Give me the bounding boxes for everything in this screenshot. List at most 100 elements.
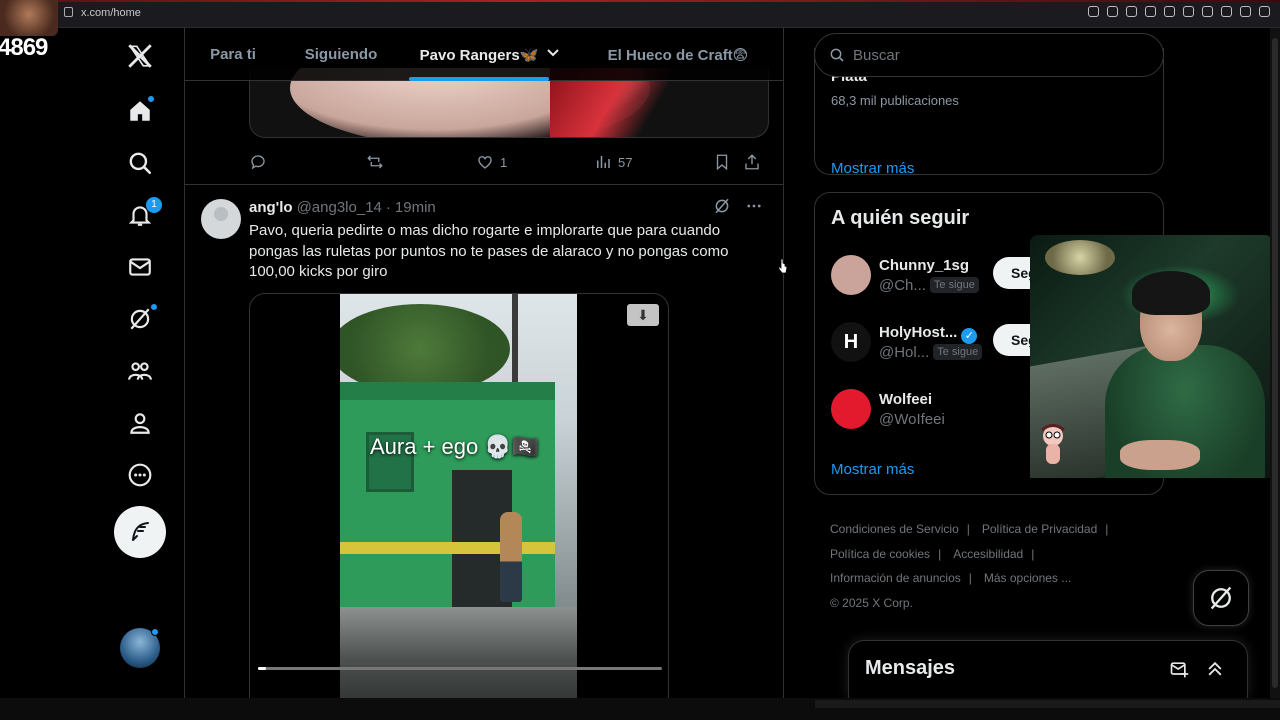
browser-toolbar: x.com/home	[0, 0, 1280, 28]
search-icon	[830, 48, 844, 62]
suggestion-handle: @Ch...	[879, 277, 926, 294]
extensions-icon[interactable]	[1202, 6, 1213, 17]
menu-icon[interactable]	[1259, 6, 1270, 17]
bookmark-icon[interactable]	[1126, 6, 1137, 17]
zoom-icon[interactable]	[1088, 6, 1099, 17]
compose-post-button[interactable]	[114, 506, 166, 558]
heart-icon[interactable]	[1183, 6, 1194, 17]
messages-envelope-icon[interactable]	[116, 243, 164, 291]
post-video[interactable]: Aura + ego 💀🏴‍☠️ ⬇	[249, 293, 669, 698]
more-dots-icon[interactable]	[745, 197, 763, 215]
reply-button[interactable]	[249, 153, 366, 171]
suggestion-name[interactable]: Chunny_1sg	[879, 257, 969, 274]
privacy-link[interactable]: Política de Privacidad	[982, 522, 1097, 536]
heart-outline-icon	[478, 156, 492, 169]
messages-drawer[interactable]: Mensajes	[848, 640, 1248, 698]
bookmark-icon	[716, 154, 728, 171]
shield-icon[interactable]	[1145, 6, 1156, 17]
expand-double-chevron-up-icon[interactable]	[1205, 659, 1225, 679]
post-divider	[185, 184, 783, 185]
author-handle[interactable]: @ang3lo_14	[297, 199, 382, 216]
avatar[interactable]	[831, 389, 871, 429]
new-message-icon[interactable]	[1169, 659, 1189, 679]
character-sticker-icon	[1041, 424, 1065, 464]
tab-pavo-rangers[interactable]: Pavo Rangers🦋	[409, 28, 571, 81]
timeline-tabs: Para ti Siguiendo Pavo Rangers🦋 El Hueco…	[185, 28, 783, 81]
tab-para-ti[interactable]: Para ti	[185, 28, 281, 81]
more-options-link[interactable]: Más opciones ...	[984, 571, 1071, 585]
address-bar[interactable]: x.com/home	[64, 7, 141, 19]
home-unread-dot	[147, 95, 155, 103]
notifications-bell-icon[interactable]: 1	[116, 191, 164, 239]
page-scrollbar[interactable]	[1270, 28, 1280, 698]
reply-icon	[251, 155, 265, 170]
avatar[interactable]	[831, 255, 871, 295]
more-options-icon[interactable]	[116, 451, 164, 499]
suggestion-name[interactable]: HolyHost...	[879, 324, 957, 341]
share-icon[interactable]	[1221, 6, 1232, 17]
suggestion-name[interactable]: Wolfeei	[879, 391, 932, 408]
post-header: ang'lo @ang3lo_14 · 19min	[249, 199, 436, 216]
follows-you-badge: Te sigue	[929, 277, 979, 293]
ads-info-link[interactable]: Información de anuncios	[830, 571, 961, 585]
search-input[interactable]: Buscar	[814, 33, 1164, 77]
cookies-link[interactable]: Política de cookies	[830, 547, 930, 561]
grok-icon[interactable]	[116, 295, 164, 343]
tab-el-hueco-de-craft[interactable]: El Hueco de Craft😨	[571, 28, 771, 81]
terms-link[interactable]: Condiciones de Servicio	[830, 522, 959, 536]
suggestion-handle: @Hol...	[879, 344, 930, 361]
feather-icon	[132, 522, 149, 541]
green-building	[340, 382, 555, 607]
views-button[interactable]: 57	[594, 153, 713, 171]
previous-post-actions: 1 57	[249, 151, 769, 173]
avatar[interactable]	[201, 199, 241, 239]
video-progress-fill	[258, 667, 267, 670]
post-top-actions	[713, 197, 763, 215]
bottom-bar	[0, 698, 1280, 720]
footer-links: Condiciones de Servicio | Política de Priv…	[830, 522, 1109, 610]
account-unread-dot	[151, 628, 159, 636]
like-button[interactable]: 1	[476, 153, 594, 171]
explore-search-icon[interactable]	[116, 139, 164, 187]
trend-post-count: 68,3 mil publicaciones	[831, 93, 959, 108]
avatar[interactable]: H	[831, 322, 871, 362]
home-icon[interactable]	[116, 87, 164, 135]
viewer-count: 4869	[0, 34, 48, 61]
video-progress-bar[interactable]	[258, 667, 662, 670]
share-button[interactable]	[743, 153, 763, 171]
communities-icon[interactable]	[116, 347, 164, 395]
url-text: x.com/home	[81, 7, 141, 19]
chevron-down-icon[interactable]	[546, 46, 560, 63]
repost-icon	[367, 155, 383, 169]
accessibility-link[interactable]: Accesibilidad	[953, 547, 1023, 561]
post-time[interactable]: 19min	[395, 199, 436, 216]
download-icon[interactable]	[1240, 6, 1251, 17]
play-icon[interactable]	[1164, 6, 1175, 17]
grok-unread-dot	[150, 303, 158, 311]
streamer-face-thumbnail	[0, 0, 58, 36]
browser-accent-line	[0, 0, 1280, 2]
profile-icon[interactable]	[116, 399, 164, 447]
post-text: Pavo, queria pedirte o mas dicho rogarte…	[249, 222, 729, 280]
account-avatar[interactable]	[120, 628, 160, 668]
like-count: 1	[500, 154, 508, 170]
repost-button[interactable]	[366, 153, 476, 171]
copyright-text: © 2025 X Corp.	[830, 595, 913, 610]
bookmark-button[interactable]	[713, 153, 743, 171]
author-name[interactable]: ang'lo	[249, 199, 293, 216]
notifications-badge: 1	[146, 197, 162, 213]
browser-extension-icons	[1088, 6, 1270, 17]
show-more-follow-link[interactable]: Mostrar más	[831, 461, 914, 478]
tab-siguiendo[interactable]: Siguiendo	[281, 28, 401, 81]
grok-explain-icon[interactable]	[713, 197, 731, 215]
x-logo-icon[interactable]	[116, 32, 164, 80]
grok-icon	[1210, 586, 1232, 610]
download-arrow-icon[interactable]: ⬇	[627, 304, 659, 326]
grok-floating-button[interactable]	[1193, 570, 1249, 626]
views-bar-chart-icon	[597, 156, 610, 168]
pin-icon[interactable]	[1107, 6, 1118, 17]
show-more-trends-link[interactable]: Mostrar más	[831, 160, 914, 177]
active-tab-indicator	[409, 77, 549, 81]
timeline-column: Para ti Siguiendo Pavo Rangers🦋 El Hueco…	[184, 28, 784, 698]
trend-name[interactable]: Plata	[831, 76, 867, 84]
